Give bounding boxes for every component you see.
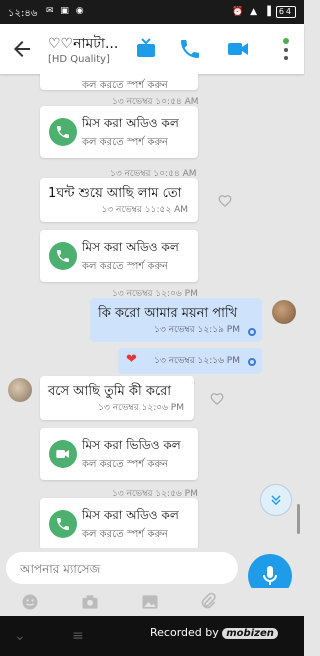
heart-outline-icon[interactable]	[218, 194, 232, 208]
outgoing-message[interactable]: ❤ ১৩ নভেম্বর ১২:১৬ PM	[118, 348, 262, 374]
system-icons: ⏰ ▲ ▐ 64	[232, 6, 296, 18]
missed-call-card[interactable]: মিস করা অডিও কল কল করতে স্পর্শ করুন	[40, 498, 198, 548]
message-time: ১৩ নভেম্বর ১২:০৬ PM	[98, 403, 184, 413]
missed-call-sub: কল করতে স্পর্শ করুন	[82, 137, 169, 148]
message-time: ১৩ নভেম্বর ১১:৫২ AM	[101, 205, 188, 215]
phone-icon[interactable]	[178, 37, 202, 61]
call-icon	[49, 510, 77, 538]
contact-subtitle: [HD Quality]	[48, 54, 110, 65]
incoming-message[interactable]: বসে আছি তুমি কী করো ১৩ নভেম্বর ১২:০৬ PM	[40, 376, 194, 420]
notification-icons: ✉ ▣ ◉	[46, 6, 86, 16]
missed-call-card[interactable]: মিস করা অডিও কল কল করতে স্পর্শ করুন	[40, 230, 198, 282]
chat-header: ♡♡নামটা... [HD Quality]	[0, 24, 304, 74]
recording-watermark: Recorded by mobizen	[150, 626, 278, 639]
attach-icon[interactable]	[198, 592, 218, 612]
system-nav-bar: ⌄ ≡ Recorded by mobizen	[0, 616, 304, 656]
tv-icon[interactable]	[134, 37, 158, 61]
watermark-text: Recorded by	[150, 626, 219, 639]
back-arrow-icon[interactable]	[10, 37, 34, 61]
video-call-icon[interactable]	[226, 37, 250, 61]
camera-icon[interactable]	[80, 592, 100, 612]
missed-call-card-partial[interactable]: কল করতে স্পর্শ করুন	[40, 74, 198, 91]
status-time: ১২:৪৬	[8, 8, 38, 19]
message-time: ১৩ নভেম্বর ১২:১৬ PM	[154, 356, 240, 366]
missed-call-sub: কল করতে স্পর্শ করুন	[82, 459, 169, 470]
signal-icons: ⏰ ▲ ▐	[232, 7, 273, 17]
call-icon	[49, 118, 77, 146]
status-bar: ১২:৪৬ ✉ ▣ ◉ ⏰ ▲ ▐ 64	[0, 0, 304, 24]
video-icon	[49, 440, 77, 468]
double-chevron-down-icon	[271, 495, 281, 506]
contact-name[interactable]: ♡♡নামটা...	[48, 32, 118, 56]
mic-icon	[263, 566, 277, 585]
missed-call-sub: কল করতে স্পর্শ করুন	[82, 80, 169, 91]
heart-outline-icon[interactable]	[210, 392, 224, 406]
missed-call-card[interactable]: মিস করা অডিও কল কল করতে স্পর্শ করুন	[40, 106, 198, 158]
missed-call-title: মিস করা অডিও কল	[82, 508, 179, 522]
mobizen-logo: mobizen	[222, 628, 278, 639]
my-avatar[interactable]	[272, 300, 296, 324]
battery-icon: 64	[275, 6, 296, 18]
attachment-toolbar	[0, 588, 304, 616]
gallery-icon[interactable]	[140, 592, 160, 612]
message-input[interactable]	[18, 558, 232, 580]
missed-call-title: মিস করা ভিডিও কল	[82, 438, 181, 452]
missed-call-title: মিস করা অডিও কল	[82, 116, 179, 130]
missed-call-sub: কল করতে স্পর্শ করুন	[82, 529, 169, 540]
call-icon	[49, 242, 77, 270]
missed-call-title: মিস করা অডিও কল	[82, 240, 179, 254]
message-input-container[interactable]	[6, 552, 238, 584]
outgoing-message[interactable]: কি করো আমার ময়না পাখি ১৩ নভেম্বর ১২:১৯ …	[90, 298, 262, 342]
missed-video-call-card[interactable]: মিস করা ভিডিও কল কল করতে স্পর্শ করুন	[40, 428, 198, 480]
heart-emoji: ❤	[126, 352, 137, 367]
nav-down-icon[interactable]: ⌄	[14, 628, 26, 644]
nav-menu-icon[interactable]: ≡	[72, 628, 84, 644]
missed-call-sub: কল করতে স্পর্শ করুন	[82, 261, 169, 272]
message-input-bar	[0, 548, 304, 598]
message-time: ১৩ নভেম্বর ১২:১৯ PM	[154, 325, 240, 335]
more-options-icon[interactable]	[282, 36, 290, 64]
delivered-status-icon	[248, 358, 256, 366]
emoji-icon[interactable]	[20, 592, 40, 612]
scrollbar[interactable]	[297, 504, 300, 534]
scroll-to-bottom-button[interactable]	[260, 484, 292, 516]
delivered-status-icon	[248, 328, 256, 336]
chat-area[interactable]: কল করতে স্পর্শ করুন ১৩ নভেম্বর ১০:৫৪ AM …	[0, 74, 304, 548]
contact-avatar[interactable]	[8, 378, 32, 402]
incoming-message[interactable]: 1ঘন্ট শুয়ে আছি লাম তো ১৩ নভেম্বর ১১:৫২ …	[40, 178, 198, 222]
